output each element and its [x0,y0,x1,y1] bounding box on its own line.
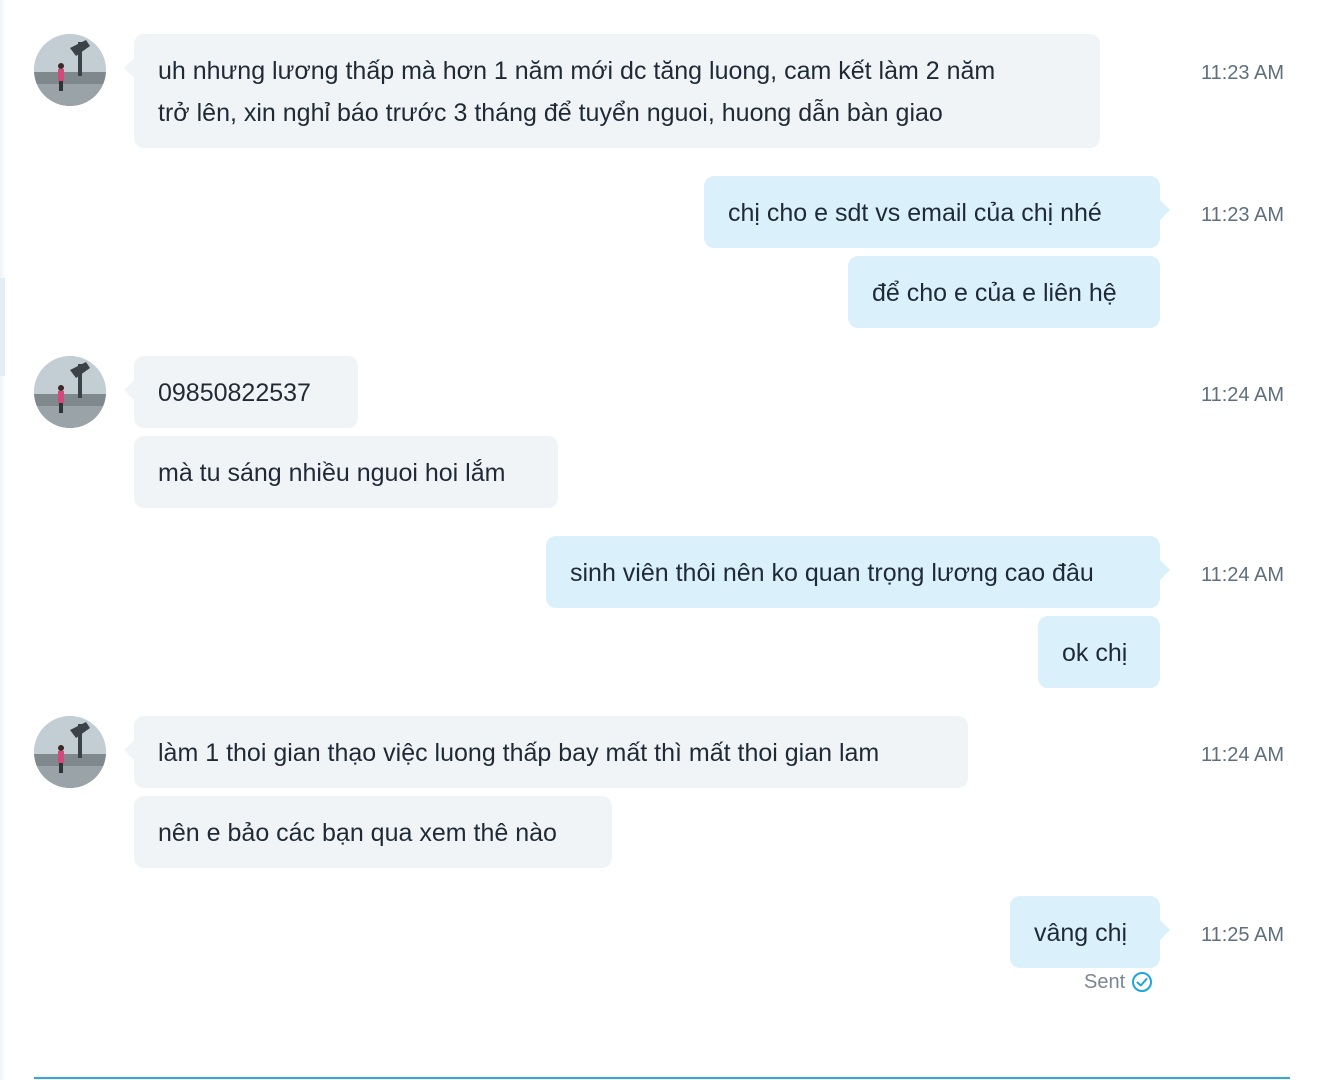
message-timestamp: 11:23 AM [1200,204,1284,226]
message-text-line: sinh viên thôi nên ko quan trọng lương c… [570,559,1094,587]
bubble-tail [124,58,134,78]
sidebar-edge-highlight [0,278,5,376]
message-bubble-outgoing[interactable]: chị cho e sdt vs email của chị nhé [704,176,1160,248]
message-bubble-outgoing[interactable]: để cho e của e liên hệ [848,256,1160,328]
bubble-tail [124,380,134,400]
status-label: Sent [1084,971,1126,993]
message-text-line: để cho e của e liên hệ [872,279,1117,307]
message-bubble-outgoing[interactable]: vâng chị [1010,896,1160,968]
message-timestamp: 11:24 AM [1200,744,1284,766]
compose-divider [34,1077,1290,1079]
message-bubble-incoming[interactable]: mà tu sáng nhiều nguoi hoi lắm [134,436,558,508]
message-text-line: trở lên, xin nghỉ báo trước 3 tháng để t… [158,99,943,127]
message-timestamp: 11:24 AM [1200,384,1284,406]
message-timestamp: 11:24 AM [1200,564,1284,586]
message-text-line: làm 1 thoi gian thạo việc luong thấp bay… [158,739,880,767]
message-bubble-incoming[interactable]: 09850822537 [134,356,358,428]
message-text-line: chị cho e sdt vs email của chị nhé [728,199,1102,227]
message-bubble-outgoing[interactable]: sinh viên thôi nên ko quan trọng lương c… [546,536,1160,608]
contact-avatar[interactable] [34,716,106,788]
avatar-photo [34,716,106,788]
avatar-photo [34,34,106,106]
message-bubble-incoming[interactable]: uh nhưng lương thấp mà hơn 1 năm mới dc … [134,34,1100,148]
message-bubble-incoming[interactable]: làm 1 thoi gian thạo việc luong thấp bay… [134,716,968,788]
bubble-tail [124,740,134,760]
message-timestamp: 11:25 AM [1200,924,1284,946]
message-bubble-outgoing[interactable]: ok chị [1038,616,1160,688]
delivery-status: Sent [1084,970,1153,994]
sidebar-edge [0,0,6,1080]
message-text-line: uh nhưng lương thấp mà hơn 1 năm mới dc … [158,57,996,85]
avatar-photo [34,356,106,428]
message-text-line: 09850822537 [158,379,311,407]
message-text-line: vâng chị [1034,919,1128,947]
message-bubble-incoming[interactable]: nên e bảo các bạn qua xem thê nào [134,796,612,868]
contact-avatar[interactable] [34,34,106,106]
message-text-line: ok chị [1062,639,1128,667]
contact-avatar[interactable] [34,356,106,428]
message-timestamp: 11:23 AM [1200,62,1284,84]
message-text-line: mà tu sáng nhiều nguoi hoi lắm [158,459,506,487]
check-circle-icon [1132,972,1153,992]
message-text-line: nên e bảo các bạn qua xem thê nào [158,819,557,847]
